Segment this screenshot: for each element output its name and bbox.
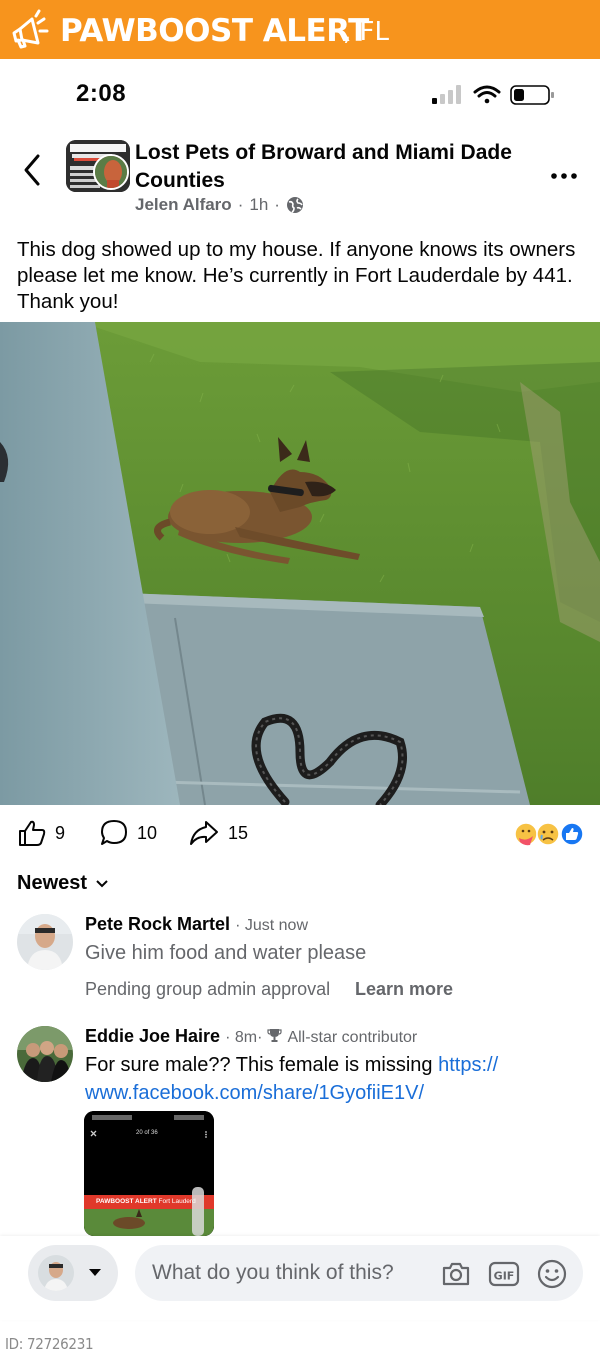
trophy-icon	[267, 1029, 283, 1042]
comment-attachment-thumbnail[interactable]: 20 of 36 PAWBOOST ALERT Fort Lauderd	[84, 1111, 214, 1236]
meta-separator-2: ·	[274, 195, 280, 214]
reactions-summary[interactable]	[514, 820, 586, 848]
commenter-name-text[interactable]: Pete Rock Martel	[85, 914, 230, 934]
author-avatar[interactable]	[93, 154, 129, 190]
care-reaction-icon	[514, 822, 538, 846]
comment-icon	[101, 820, 127, 845]
more-options-button[interactable]	[550, 160, 578, 186]
like-button[interactable]: 9	[17, 818, 65, 848]
comment-time-2: · 8m·	[225, 1029, 263, 1046]
back-button[interactable]	[18, 150, 48, 190]
pawboost-banner: PAWBOOST ALERT , FL	[0, 0, 600, 59]
globe-icon	[286, 197, 303, 213]
sort-label: Newest	[17, 872, 88, 894]
pawboost-title: PAWBOOST ALERT	[60, 13, 369, 49]
alert-state: , FL	[343, 17, 389, 47]
share-count: 15	[228, 822, 249, 843]
like-icon	[19, 820, 46, 846]
svg-text:GIF: GIF	[494, 1270, 515, 1283]
like-reaction-icon	[560, 822, 584, 846]
post-text: This dog showed up to my house. If anyon…	[17, 238, 576, 313]
post-author[interactable]: Jelen Alfaro	[135, 195, 232, 215]
commenter-avatar[interactable]	[17, 914, 73, 970]
wifi-icon	[473, 85, 501, 104]
emoji-icon[interactable]	[536, 1258, 568, 1290]
pending-approval-text: Pending group admin approval	[85, 979, 331, 999]
comment-sort-dropdown[interactable]: Newest	[17, 872, 109, 895]
comment-count: 10	[137, 822, 158, 843]
comment-button[interactable]: 10	[99, 818, 157, 848]
sad-reaction-icon	[536, 822, 560, 846]
commenter-name-2: Eddie Joe Haire · 8m· All-star contribut…	[85, 1026, 417, 1047]
caret-down-icon	[89, 1269, 101, 1276]
chevron-down-icon	[96, 879, 108, 887]
comment-time: · Just now	[235, 917, 308, 934]
gif-icon[interactable]: GIF	[488, 1258, 520, 1290]
comment-input[interactable]	[152, 1245, 432, 1301]
share-button[interactable]: 15	[188, 818, 248, 848]
thumb-counter: 20 of 36	[136, 1130, 158, 1136]
current-user-avatar	[38, 1255, 74, 1291]
status-time: 2:08	[76, 80, 127, 107]
group-name[interactable]: Lost Pets of Broward and Miami Dade Coun…	[135, 139, 535, 195]
post-photo[interactable]	[0, 322, 600, 805]
commenter-avatar-2[interactable]	[17, 1026, 73, 1082]
comment-text-2-body: For sure male?? This female is missing	[85, 1054, 439, 1076]
comment-text: Give him food and water please	[85, 942, 367, 964]
like-count: 9	[55, 822, 66, 843]
thumb-banner-title: PAWBOOST ALERT	[96, 1198, 157, 1205]
pawboost-id: ID: 72726231	[5, 1335, 94, 1353]
profile-switcher[interactable]	[28, 1245, 118, 1301]
camera-icon[interactable]	[440, 1258, 472, 1290]
all-star-badge: All-star contributor	[287, 1029, 418, 1046]
comment-text-2: For sure male?? This female is missing h…	[85, 1051, 545, 1107]
dog-photo	[0, 322, 600, 805]
thumb-banner-sub: Fort Lauderd	[158, 1198, 196, 1205]
battery-icon	[510, 85, 554, 105]
signal-icon	[432, 85, 461, 104]
comment-box[interactable]: GIF	[135, 1245, 583, 1301]
post-time[interactable]: 1h	[249, 195, 268, 215]
status-icons	[432, 85, 554, 105]
share-icon	[190, 821, 218, 845]
commenter-name: Pete Rock Martel · Just now	[85, 914, 308, 935]
megaphone-icon	[12, 9, 49, 49]
thumb-banner-text: PAWBOOST ALERT Fort Lauderd	[96, 1198, 196, 1205]
commenter-name-text-2[interactable]: Eddie Joe Haire	[85, 1026, 220, 1046]
meta-separator: ·	[237, 195, 244, 214]
learn-more-link[interactable]: Learn more	[355, 979, 453, 1000]
post-meta: Jelen Alfaro · 1h ·	[135, 195, 304, 215]
